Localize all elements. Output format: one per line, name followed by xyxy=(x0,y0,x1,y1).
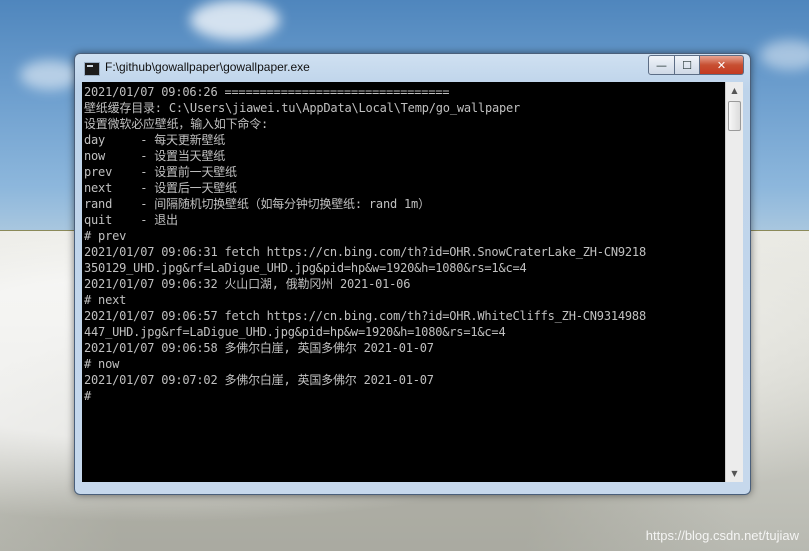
console-line: 2021/01/07 09:06:57 fetch https://cn.bin… xyxy=(84,309,646,323)
console-lines: 2021/01/07 09:06:26 ====================… xyxy=(84,84,646,404)
minimize-button[interactable]: — xyxy=(648,55,675,75)
console-output[interactable]: 2021/01/07 09:06:26 ====================… xyxy=(82,82,725,482)
close-button[interactable]: ✕ xyxy=(700,55,744,75)
console-line: 447_UHD.jpg&rf=LaDigue_UHD.jpg&pid=hp&w=… xyxy=(84,325,506,339)
vertical-scrollbar[interactable]: ▲ ▼ xyxy=(725,82,743,482)
console-app-icon[interactable] xyxy=(84,62,100,76)
console-line: rand - 间隔随机切换壁纸（如每分钟切换壁纸: rand 1m） xyxy=(84,197,430,211)
console-line: next - 设置后一天壁纸 xyxy=(84,181,237,195)
console-line: quit - 退出 xyxy=(84,213,178,227)
watermark-url: https://blog.csdn.net/tujiaw xyxy=(645,528,799,543)
window-controls: — ☐ ✕ xyxy=(648,55,744,75)
scroll-down-arrow-icon[interactable]: ▼ xyxy=(726,465,743,482)
minimize-icon: — xyxy=(656,58,667,72)
console-line: 2021/01/07 09:07:02 多佛尔白崖, 英国多佛尔 2021-01… xyxy=(84,373,434,387)
close-icon: ✕ xyxy=(716,58,727,72)
maximize-button[interactable]: ☐ xyxy=(675,55,700,75)
scrollbar-thumb[interactable] xyxy=(728,101,741,131)
scroll-up-arrow-icon[interactable]: ▲ xyxy=(726,82,743,99)
console-line: now - 设置当天壁纸 xyxy=(84,149,226,163)
console-line: prev - 设置前一天壁纸 xyxy=(84,165,237,179)
console-line: # prev xyxy=(84,229,127,243)
console-line: 2021/01/07 09:06:58 多佛尔白崖, 英国多佛尔 2021-01… xyxy=(84,341,434,355)
console-line: 350129_UHD.jpg&rf=LaDigue_UHD.jpg&pid=hp… xyxy=(84,261,527,275)
console-line: # xyxy=(84,389,92,403)
window-title: F:\github\gowallpaper\gowallpaper.exe xyxy=(105,60,310,74)
console-line: # next xyxy=(84,293,127,307)
console-line: 2021/01/07 09:06:26 ====================… xyxy=(84,85,450,99)
console-line: day - 每天更新壁纸 xyxy=(84,133,226,147)
console-line: 2021/01/07 09:06:31 fetch https://cn.bin… xyxy=(84,245,646,259)
title-bar[interactable]: F:\github\gowallpaper\gowallpaper.exe — … xyxy=(75,54,750,82)
console-line: # now xyxy=(84,357,120,371)
console-line: 2021/01/07 09:06:32 火山口湖, 俄勒冈州 2021-01-0… xyxy=(84,277,411,291)
console-line: 壁纸缓存目录: C:\Users\jiawei.tu\AppData\Local… xyxy=(84,101,521,115)
console-window: F:\github\gowallpaper\gowallpaper.exe — … xyxy=(74,53,751,495)
maximize-icon: ☐ xyxy=(682,58,692,72)
console-line: 设置微软必应壁纸，输入如下命令: xyxy=(84,117,269,131)
